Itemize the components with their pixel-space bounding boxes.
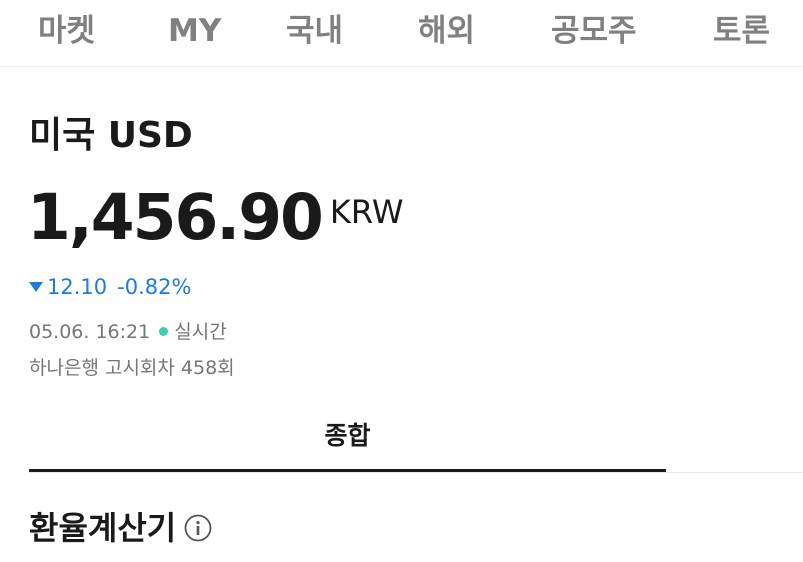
change-value: 12.10 [47,275,108,299]
timestamp-row: 05.06. 16:21 실시간 [29,318,227,346]
top-nav: 마켓 MY 국내 해외 공모주 토론 [0,0,803,67]
tab-bar: 종합 [29,408,803,473]
tab-overview[interactable]: 종합 [29,408,666,472]
timestamp: 05.06. 16:21 [29,321,151,343]
nav-item-ipo[interactable]: 공모주 [551,8,637,54]
live-dot-icon [159,326,169,336]
live-label: 실시간 [174,321,227,343]
nav-item-discussion[interactable]: 토론 [713,8,770,54]
nav-item-domestic[interactable]: 국내 [286,8,343,54]
section-title: 환율계산기 [29,509,177,547]
change-row: 12.10 -0.82% [29,272,191,302]
change-percent: -0.82% [117,275,192,299]
section-heading: 환율계산기 [29,502,212,554]
exchange-rate-value: 1,456.90 [27,181,324,254]
currency-unit: KRW [329,193,404,231]
page-title: 미국 USD [29,115,193,156]
nav-item-market[interactable]: 마켓 [38,8,95,54]
nav-item-overseas[interactable]: 해외 [418,8,475,54]
info-icon[interactable] [184,514,212,542]
price-row: 1,456.90 KRW [27,178,403,258]
down-arrow-icon [29,282,43,292]
bank-notice: 하나은행 고시회차 458회 [29,357,235,379]
nav-item-my[interactable]: MY [168,8,221,54]
